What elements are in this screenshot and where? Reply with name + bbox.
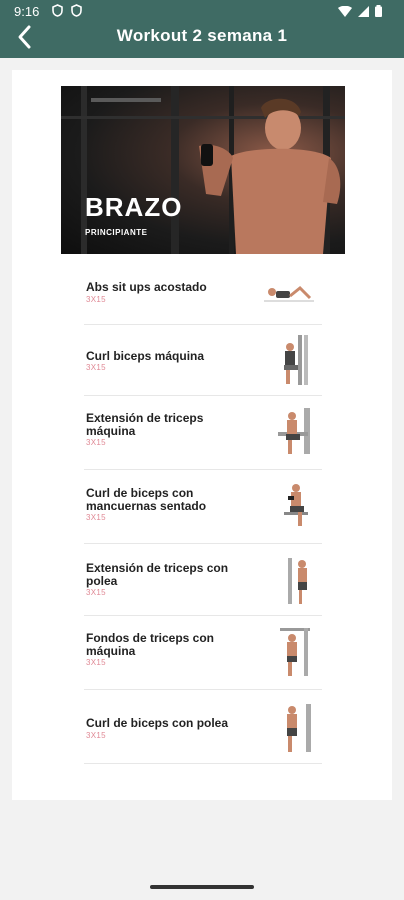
status-notification-icons [52, 4, 82, 17]
exercise-name: Curl biceps máquina [86, 349, 205, 363]
exercise-sets: 3X15 [86, 731, 106, 740]
hero-level: PRINCIPIANTE [85, 228, 148, 237]
exercise-name: Extensión de triceps máquina [86, 411, 204, 438]
triceps-machine-figure-icon [278, 408, 310, 454]
exercise-item[interactable]: Curl biceps máquina 3X15 [84, 325, 322, 396]
exercise-name: Curl de biceps con polea [86, 716, 229, 730]
page-title: Workout 2 semana 1 [116, 26, 288, 45]
exercise-name: Abs sit ups acostado [86, 280, 207, 294]
exercise-item[interactable]: Abs sit ups acostado 3X15 [84, 254, 322, 325]
wifi-icon [338, 5, 352, 17]
triceps-dip-machine-figure-icon [280, 628, 310, 676]
exercise-sets: 3X15 [86, 588, 106, 597]
biceps-pulley-figure-icon [287, 704, 311, 752]
exercise-sets: 3X15 [86, 513, 106, 522]
status-bar: 9:16 [0, 0, 404, 24]
exercise-list: Abs sit ups acostado 3X15 Curl biceps má… [84, 254, 322, 764]
exercise-item[interactable]: Fondos de triceps con máquina 3X15 [84, 616, 322, 690]
battery-icon [375, 5, 382, 17]
status-system-icons [338, 5, 382, 17]
exercise-sets: 3X15 [86, 363, 106, 372]
exercise-sets: 3X15 [86, 658, 106, 667]
shield-icon [52, 4, 63, 17]
exercise-sets: 3X15 [86, 295, 106, 304]
exercise-item[interactable]: Extensión de triceps máquina 3X15 [84, 396, 322, 470]
shield-icon [71, 4, 82, 17]
home-indicator[interactable] [150, 885, 254, 889]
exercise-name: Extensión de triceps con polea [86, 561, 229, 588]
status-time: 9:16 [14, 4, 40, 19]
exercise-item[interactable]: Curl de biceps con mancuernas sentado 3X… [84, 470, 322, 544]
workout-hero-image: BRAZO PRINCIPIANTE [61, 86, 345, 254]
biceps-machine-figure-icon [284, 335, 308, 385]
exercise-item[interactable]: Curl de biceps con polea 3X15 [84, 690, 322, 764]
exercise-item[interactable]: Extensión de triceps con polea 3X15 [84, 544, 322, 616]
triceps-pulley-figure-icon [288, 558, 307, 604]
exercise-name: Fondos de triceps con máquina [86, 631, 215, 658]
seated-dumbbell-curl-figure-icon [284, 484, 308, 526]
signal-icon [358, 5, 369, 17]
sit-up-figure-icon [264, 285, 314, 302]
app-bar: Workout 2 semana 1 [0, 24, 404, 58]
hero-title: BRAZO [85, 192, 183, 222]
exercise-sets: 3X15 [86, 438, 106, 447]
exercise-name: Curl de biceps con mancuernas sentado [86, 486, 207, 513]
